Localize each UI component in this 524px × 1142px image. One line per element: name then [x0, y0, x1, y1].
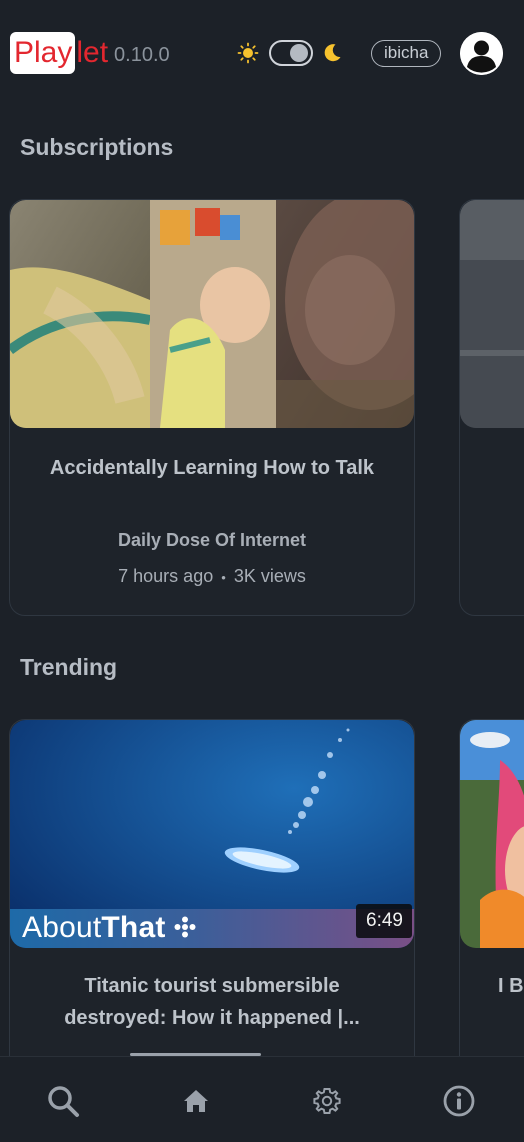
home-icon[interactable] — [178, 1083, 214, 1119]
thumbnail-brand-text: AboutThat — [22, 911, 196, 945]
video-channel-name[interactable]: Daily Dose Of Internet — [10, 530, 414, 551]
video-card-subscription-next[interactable] — [459, 199, 524, 616]
theme-toggle-group — [237, 38, 343, 68]
top-header: Play let 0.10.0 ibicha — [0, 0, 524, 108]
cbc-gem-icon — [174, 916, 196, 938]
video-published: 7 hours ago — [118, 566, 214, 586]
video-meta: 7 hours ago • 3K views — [10, 566, 414, 587]
video-thumbnail[interactable] — [10, 200, 414, 428]
moon-icon — [324, 44, 341, 62]
subscriptions-heading: Subscriptions — [20, 134, 174, 160]
video-card-subscription[interactable]: Accidentally Learning How to Talk Daily … — [9, 199, 415, 616]
username-badge[interactable]: ibicha — [371, 40, 442, 67]
video-views: 3K views — [233, 566, 306, 586]
user-avatar-icon[interactable] — [460, 32, 503, 75]
search-icon[interactable] — [45, 1083, 81, 1119]
sun-icon — [237, 42, 259, 64]
theme-switch-knob — [290, 44, 308, 62]
app-version: 0.10.0 — [114, 44, 170, 66]
trending-heading: Trending — [20, 654, 118, 680]
gear-icon[interactable] — [309, 1083, 345, 1119]
brand-bold: That — [101, 911, 166, 944]
next-thumbnail-image — [460, 200, 524, 428]
video-thumbnail-trending-next[interactable] — [460, 720, 524, 948]
video-title-trending[interactable]: Titanic tourist submersible destroyed: H… — [10, 970, 414, 1034]
logo-let-text: let — [76, 36, 109, 69]
video-title[interactable]: Accidentally Learning How to Talk — [10, 452, 414, 484]
video-thumbnail-next[interactable] — [460, 200, 524, 428]
bottom-navigation — [0, 1056, 524, 1142]
info-icon[interactable] — [441, 1083, 477, 1119]
video-thumbnail-trending[interactable]: AboutThat 6:49 — [10, 720, 414, 948]
baby-thumbnail-image — [10, 200, 414, 428]
brand-light: About — [22, 911, 102, 944]
next-trending-thumbnail-image — [460, 720, 524, 948]
video-duration: 6:49 — [356, 904, 412, 938]
app-page: Play let 0.10.0 ibicha Subscriptions Acc… — [0, 0, 524, 1142]
app-logo[interactable]: Play let 0.10.0 — [10, 32, 170, 74]
theme-switch[interactable] — [269, 40, 313, 66]
logo-play-text: Play — [10, 32, 76, 74]
meta-separator: • — [221, 570, 226, 585]
video-title-trending-next[interactable]: I B — [460, 970, 524, 1002]
